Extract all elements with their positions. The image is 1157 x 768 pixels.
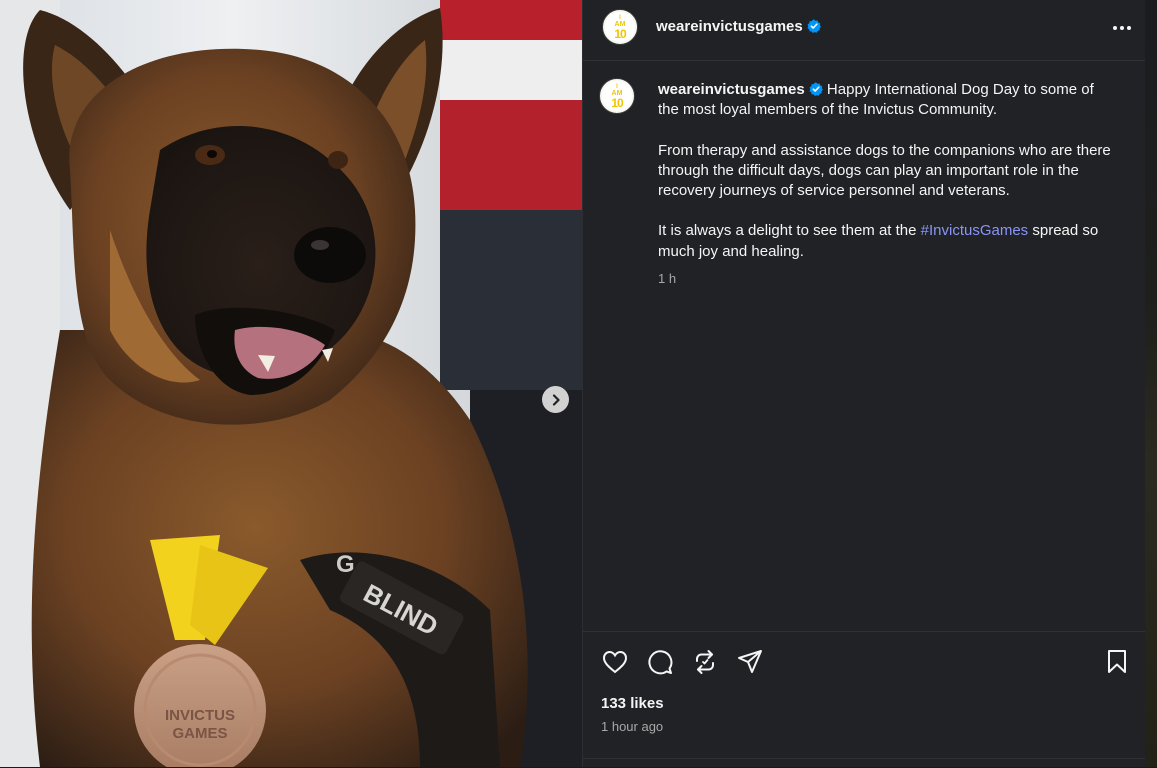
background-edge (1145, 0, 1157, 767)
header-username[interactable]: weareinvictusgames (656, 18, 803, 35)
post-timestamp[interactable]: 1 hour ago (601, 719, 663, 734)
verified-badge-icon (807, 19, 821, 33)
repost-icon (696, 650, 714, 674)
post-header: I AM 10 weareinvictusgames (583, 0, 1146, 61)
hashtag-link[interactable]: #InvictusGames (921, 222, 1029, 239)
heart-icon (602, 650, 628, 674)
avatar-text-line3: 10 (611, 95, 623, 110)
verified-badge-icon (809, 82, 823, 96)
caption-text: weareinvictusgames Happy International D… (658, 80, 1118, 282)
harness-patch-letter: G (336, 551, 355, 578)
repost-button[interactable] (690, 647, 720, 677)
header-username-link[interactable]: weareinvictusgames (656, 18, 821, 35)
more-options-icon (1113, 26, 1131, 30)
comment-bubble-icon (648, 650, 673, 675)
medal-text-line2: GAMES (172, 725, 227, 742)
like-button[interactable] (600, 647, 630, 677)
share-button[interactable] (735, 647, 765, 677)
likes-count[interactable]: 133 likes (601, 695, 664, 712)
post-actions-section: 133 likes 1 hour ago (583, 631, 1146, 768)
save-button[interactable] (1102, 647, 1132, 677)
caption-timestamp[interactable]: 1 h (658, 271, 676, 286)
bookmark-icon (1108, 650, 1126, 673)
avatar-text-line3: 10 (614, 26, 626, 41)
more-options-button[interactable] (1109, 16, 1135, 40)
caption-paragraph-1: weareinvictusgames Happy International D… (658, 80, 1118, 121)
post-photo: INVICTUS GAMES BLIND G (0, 0, 582, 767)
dog-photo-illustration: INVICTUS GAMES BLIND G (0, 0, 582, 767)
avatar-logo: I AM 10 (602, 81, 632, 111)
caption-username[interactable]: weareinvictusgames (658, 81, 805, 98)
caption-paragraph-3: It is always a delight to see them at th… (658, 221, 1118, 262)
comment-button[interactable] (645, 647, 675, 677)
chevron-right-icon (552, 393, 560, 406)
caption-avatar[interactable]: I AM 10 (599, 78, 635, 114)
medal-text-line1: INVICTUS (165, 707, 235, 724)
caption-text-3a: It is always a delight to see them at th… (658, 222, 921, 240)
send-icon (738, 650, 762, 673)
carousel-next-button[interactable] (542, 386, 569, 413)
caption-paragraph-2: From therapy and assistance dogs to the … (658, 141, 1111, 200)
avatar-logo: I AM 10 (605, 12, 635, 42)
avatar[interactable]: I AM 10 (602, 9, 638, 45)
post-details-panel: I AM 10 weareinvictusgames I AM 10 weare… (582, 0, 1146, 767)
comment-divider (583, 758, 1146, 759)
